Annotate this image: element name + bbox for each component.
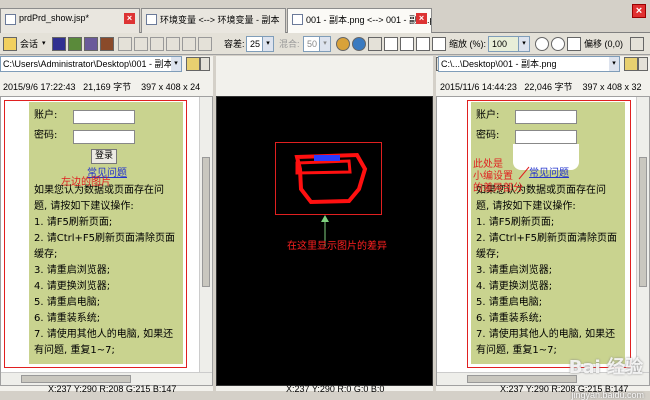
left-path-select[interactable]: C:\Users\Administrator\Desktop\001 - 副本.… [0, 56, 182, 72]
chevron-down-icon[interactable]: ▾ [609, 57, 619, 71]
file-dimensions: 397 x 408 x 32 [582, 82, 642, 92]
compare-window: prdPrd_show.jsp* × 环境变量 <--> 环境变量 - 副本 0… [0, 0, 650, 400]
blend-value: 50 [307, 39, 318, 49]
view-mode-icon[interactable] [52, 37, 66, 51]
file-size: 22,046 字节 [524, 82, 573, 92]
zoom-value: 100 [492, 39, 508, 49]
view-mode-icon[interactable] [68, 37, 82, 51]
chevron-down-icon[interactable]: ▾ [42, 36, 46, 52]
window-close-icon[interactable]: × [632, 4, 646, 18]
diff-blue-mark [314, 155, 340, 161]
tab-bar: prdPrd_show.jsp* × 环境变量 <--> 环境变量 - 副本 0… [0, 0, 650, 34]
close-icon[interactable]: × [124, 13, 135, 24]
zoom-out-icon[interactable] [551, 37, 565, 51]
file-icon [146, 14, 157, 25]
chevron-down-icon[interactable] [638, 57, 648, 71]
zoom-select[interactable]: 100 ▾ [488, 36, 530, 52]
zoom-fit-icon[interactable] [567, 37, 581, 51]
tab-image-compare[interactable]: 001 - 副本.png <--> 001 - 副本.png × [287, 8, 432, 34]
paint-icon[interactable] [352, 37, 366, 51]
view-mode-icon[interactable] [84, 37, 98, 51]
diff-annotation: 在这里显示图片的差异 [287, 241, 387, 252]
right-path-select[interactable]: C:\...\Desktop\001 - 副本.png ▾ [438, 56, 620, 72]
highlight-box [4, 100, 187, 368]
wand-icon[interactable] [150, 37, 164, 51]
tolerance-label: 容差: [224, 39, 245, 49]
layout-icon[interactable] [384, 37, 398, 51]
layout-icon[interactable] [368, 37, 382, 51]
person-icon[interactable] [336, 37, 350, 51]
left-status: X:237 Y:290 R:208 G:215 B:147 [48, 384, 177, 394]
wand-icon[interactable] [166, 37, 180, 51]
tab-label: 001 - 副本.png <--> 001 - 副本.png [306, 15, 432, 25]
diff-image-view[interactable]: 在这里显示图片的差异 [216, 96, 433, 386]
tab-env-vars[interactable]: 环境变量 <--> 环境变量 - 副本 [141, 8, 286, 33]
tolerance-input[interactable]: 25 ▾ [246, 36, 274, 52]
offset-label: 偏移 (0,0) [584, 39, 624, 49]
watermark-logo: Bai 经验 [568, 357, 643, 378]
arrow-icon[interactable] [198, 37, 212, 51]
scroll-thumb[interactable] [467, 375, 577, 383]
zoom-label: 缩放 (%): [449, 39, 486, 49]
vertical-scrollbar[interactable] [636, 97, 649, 372]
vertical-scrollbar[interactable] [199, 97, 212, 372]
session-icon[interactable] [3, 37, 17, 51]
session-menu[interactable]: 会话 [20, 36, 38, 52]
folder-icon[interactable] [624, 57, 638, 71]
toolbar: 会话 ▾ 容差: 25 ▾ 混合: 50 ▾ 缩放 (%): 100 ▾ 偏移 … [0, 33, 650, 55]
left-pane: C:\Users\Administrator\Desktop\001 - 副本.… [0, 56, 213, 391]
file-date: 2015/9/6 17:22:43 [3, 82, 76, 92]
chevron-down-icon[interactable]: ▾ [171, 57, 181, 71]
highlight-box [467, 100, 631, 368]
layout-icon[interactable] [416, 37, 430, 51]
scroll-thumb[interactable] [21, 375, 131, 383]
arrow-head [321, 215, 329, 222]
middle-status: X:237 Y:290 R:0 G:0 B:0 [286, 384, 385, 394]
swap-icon[interactable] [118, 37, 132, 51]
diff-pane: 在这里显示图片的差异 [216, 56, 433, 391]
close-icon[interactable]: × [416, 13, 427, 24]
watermark-url: jingyan.baidu.com [571, 390, 644, 400]
file-dimensions: 397 x 408 x 24 [141, 82, 201, 92]
layout-icon[interactable] [432, 37, 446, 51]
right-pane: C:\...\Desktop\001 - 副本.png ▾ 2015/11/6 … [436, 56, 650, 391]
zoom-in-icon[interactable] [535, 37, 549, 51]
tolerance-value: 25 [250, 39, 261, 49]
left-image-view[interactable]: 账户: 密码: 登录 常见问题 如果您认为数据或页面存在问 题, 请按如下建议操… [0, 96, 213, 386]
tab-prdprd-show[interactable]: prdPrd_show.jsp* × [0, 8, 140, 33]
left-path-text: C:\Users\Administrator\Desktop\001 - 副本.… [3, 59, 182, 69]
chevron-down-icon[interactable] [200, 57, 210, 71]
wand-icon[interactable] [182, 37, 196, 51]
tab-label: prdPrd_show.jsp* [19, 13, 90, 23]
options-icon[interactable] [630, 37, 644, 51]
chevron-down-icon[interactable]: ▾ [518, 37, 529, 51]
view-mode-icon[interactable] [100, 37, 114, 51]
layout-icon[interactable] [400, 37, 414, 51]
file-icon [5, 14, 16, 25]
file-date: 2015/11/6 14:44:23 [440, 82, 517, 92]
spin-icon[interactable]: ▾ [319, 37, 330, 51]
tab-label: 环境变量 <--> 环境变量 - 副本 [160, 15, 280, 25]
scroll-thumb[interactable] [202, 157, 210, 287]
image-file-icon [292, 14, 303, 25]
file-size: 21,169 字节 [83, 82, 132, 92]
blend-label: 混合: [279, 39, 300, 49]
scroll-thumb[interactable] [639, 157, 647, 287]
wand-icon[interactable] [134, 37, 148, 51]
left-file-info: 2015/9/6 17:22:43 21,169 字节 397 x 408 x … [3, 80, 200, 93]
right-image-view[interactable]: 账户: 密码: 常见问题 如果您认为数据或页面存在问 题, 请按如下建议操作: … [436, 96, 650, 386]
spin-icon[interactable]: ▾ [262, 37, 273, 51]
diff-outline [295, 159, 352, 175]
blend-input[interactable]: 50 ▾ [303, 36, 331, 52]
right-path-text: C:\...\Desktop\001 - 副本.png [441, 59, 557, 69]
right-file-info: 2015/11/6 14:44:23 22,046 字节 397 x 408 x… [440, 80, 642, 93]
folder-icon[interactable] [186, 57, 200, 71]
